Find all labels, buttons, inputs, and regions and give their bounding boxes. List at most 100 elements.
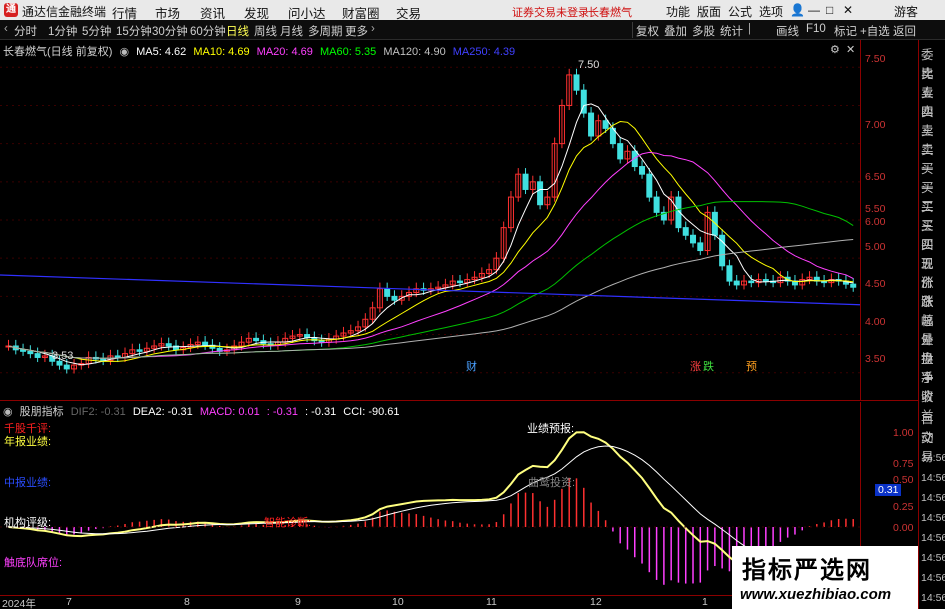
time-label: 14:56 bbox=[921, 472, 945, 484]
candle-body bbox=[20, 349, 27, 352]
time-label: 14:56 bbox=[921, 552, 945, 564]
time-label: 14:56 bbox=[921, 512, 945, 524]
candle-body bbox=[27, 350, 34, 355]
candle-body bbox=[34, 353, 41, 358]
period-multi[interactable]: 多周期 bbox=[308, 23, 343, 39]
event-marker-die[interactable]: 跌 bbox=[703, 358, 714, 374]
candle-body bbox=[588, 112, 595, 137]
time-label: 14:56 bbox=[921, 592, 945, 604]
btn-biaoji[interactable]: 标记 bbox=[834, 23, 857, 39]
candle-body bbox=[711, 211, 718, 236]
menu-banmian[interactable]: 版面 bbox=[697, 3, 721, 20]
price-axis: 7.50 7.00 6.50 6.00 5.50 5.00 4.50 4.00 … bbox=[860, 40, 918, 400]
price-tick: 7.00 bbox=[865, 119, 886, 131]
indicator-pane[interactable]: ◉ 股朋指标 DIF2: -0.31 DEA2: -0.31 MACD: 0.0… bbox=[0, 402, 860, 595]
period-30min[interactable]: 30分钟 bbox=[152, 23, 188, 39]
date-tick: 12 bbox=[590, 596, 602, 608]
period-monthly[interactable]: 月线 bbox=[280, 23, 303, 39]
candle-body bbox=[733, 280, 740, 286]
event-marker-yu[interactable]: 预 bbox=[746, 358, 757, 374]
watermark-title: 指标严选网 bbox=[742, 557, 872, 584]
annot-jigou: 机构评级: bbox=[4, 517, 52, 529]
btn-f10[interactable]: F10 bbox=[806, 23, 826, 35]
indicator-tick: 1.00 bbox=[893, 427, 914, 439]
date-tick: 1 bbox=[702, 596, 708, 608]
price-tick: 5.50 bbox=[865, 203, 886, 215]
candle-body bbox=[850, 283, 857, 288]
date-tick: 10 bbox=[392, 596, 404, 608]
candle-body bbox=[384, 288, 391, 297]
price-tick: 5.00 bbox=[865, 241, 886, 253]
period-toolbar: ‹ 分时 1分钟 5分钟 15分钟 30分钟 60分钟 日线 周线 月线 多周期… bbox=[0, 20, 945, 40]
guest-label[interactable]: 游客 bbox=[894, 3, 918, 20]
close-icon[interactable]: ✕ bbox=[843, 3, 853, 17]
candle-body bbox=[726, 265, 733, 282]
annot-yejiyubao: 业绩预报: bbox=[527, 423, 575, 435]
date-tick: 9 bbox=[295, 596, 301, 608]
date-tick: 2024年 bbox=[2, 598, 36, 609]
more-chevron-icon[interactable]: › bbox=[371, 23, 375, 35]
minimize-icon[interactable]: — bbox=[808, 3, 820, 17]
btn-fuquan[interactable]: 复权 bbox=[636, 23, 659, 39]
period-60min[interactable]: 60分钟 bbox=[190, 23, 226, 39]
btn-huaxian[interactable]: 画线 bbox=[776, 23, 799, 39]
low-price-label: 3.53 bbox=[52, 350, 74, 362]
menu-gongneng[interactable]: 功能 bbox=[666, 3, 690, 20]
time-label: 14:56 bbox=[921, 492, 945, 504]
date-tick: 11 bbox=[486, 596, 497, 608]
dea-line bbox=[8, 445, 854, 566]
btn-zixuan[interactable]: +自选 bbox=[860, 23, 890, 39]
period-daily[interactable]: 日线 bbox=[226, 23, 249, 39]
price-tick: 6.00 bbox=[865, 216, 886, 228]
indicator-plot bbox=[0, 431, 860, 585]
app-name: 通达信金融终端 bbox=[22, 5, 107, 19]
candle-body bbox=[646, 173, 653, 198]
btn-duogu[interactable]: 多股 bbox=[692, 23, 715, 39]
btn-diejia[interactable]: 叠加 bbox=[664, 23, 687, 39]
candle-body bbox=[165, 343, 172, 347]
btn-tongji[interactable]: 统计 bbox=[720, 23, 743, 39]
candle-body bbox=[602, 120, 609, 129]
price-tick: 4.00 bbox=[865, 316, 886, 328]
candle-body bbox=[318, 340, 325, 343]
candlestick-plot bbox=[0, 66, 860, 374]
period-more[interactable]: 更多 bbox=[345, 23, 368, 39]
trade-login-notice[interactable]: 证券交易未登录 bbox=[512, 4, 589, 20]
menu-xuanxiang[interactable]: 选项 bbox=[759, 3, 783, 20]
event-marker-cai[interactable]: 财 bbox=[466, 358, 477, 374]
toolbar-back-icon[interactable]: ‹ bbox=[4, 23, 8, 35]
candle-body bbox=[639, 166, 646, 175]
kline-chart[interactable]: 长春燃气(日线 前复权) ◉ MA5: 4.62 MA10: 4.69 MA20… bbox=[0, 40, 860, 400]
candle-body bbox=[136, 349, 143, 352]
event-marker-zhang[interactable]: 涨 bbox=[690, 358, 701, 374]
candle-body bbox=[63, 364, 70, 370]
app-window: 通 通达信金融终端 行情 市场 资讯 发现 问小达 财富圈 交易 证券交易未登录… bbox=[0, 0, 945, 609]
app-logo-icon: 通 bbox=[4, 3, 18, 17]
maximize-icon[interactable]: □ bbox=[826, 3, 833, 17]
candle-body bbox=[573, 74, 580, 91]
indicator-tick: 0.75 bbox=[893, 458, 914, 470]
period-weekly[interactable]: 周线 bbox=[254, 23, 277, 39]
candle-body bbox=[304, 334, 311, 339]
period-15min[interactable]: 15分钟 bbox=[116, 23, 152, 39]
period-fenshi[interactable]: 分时 bbox=[14, 23, 37, 39]
user-icon[interactable]: 👤 bbox=[790, 3, 805, 17]
indicator-tick: 0.00 bbox=[893, 522, 914, 534]
indicator-tick: 0.25 bbox=[893, 501, 914, 513]
candle-body bbox=[653, 196, 660, 213]
menu-gongshi[interactable]: 公式 bbox=[728, 3, 752, 20]
time-label: 14:56 bbox=[921, 532, 945, 544]
price-tick: 7.50 bbox=[865, 53, 886, 65]
btn-fanhui[interactable]: 返回 bbox=[893, 23, 916, 39]
ma-line-20 bbox=[8, 151, 854, 359]
period-5min[interactable]: 5分钟 bbox=[82, 23, 111, 39]
price-tick: 6.50 bbox=[865, 171, 886, 183]
watermark-url: www.xuezhibiao.com bbox=[740, 586, 892, 603]
toolbar-divider bbox=[632, 22, 633, 38]
candle-body bbox=[682, 227, 689, 236]
candle-body bbox=[114, 355, 121, 358]
ma-line-70 bbox=[8, 239, 854, 359]
toolbar-divider-2: | bbox=[748, 23, 751, 35]
candle-body bbox=[456, 280, 463, 284]
period-1min[interactable]: 1分钟 bbox=[48, 23, 77, 39]
